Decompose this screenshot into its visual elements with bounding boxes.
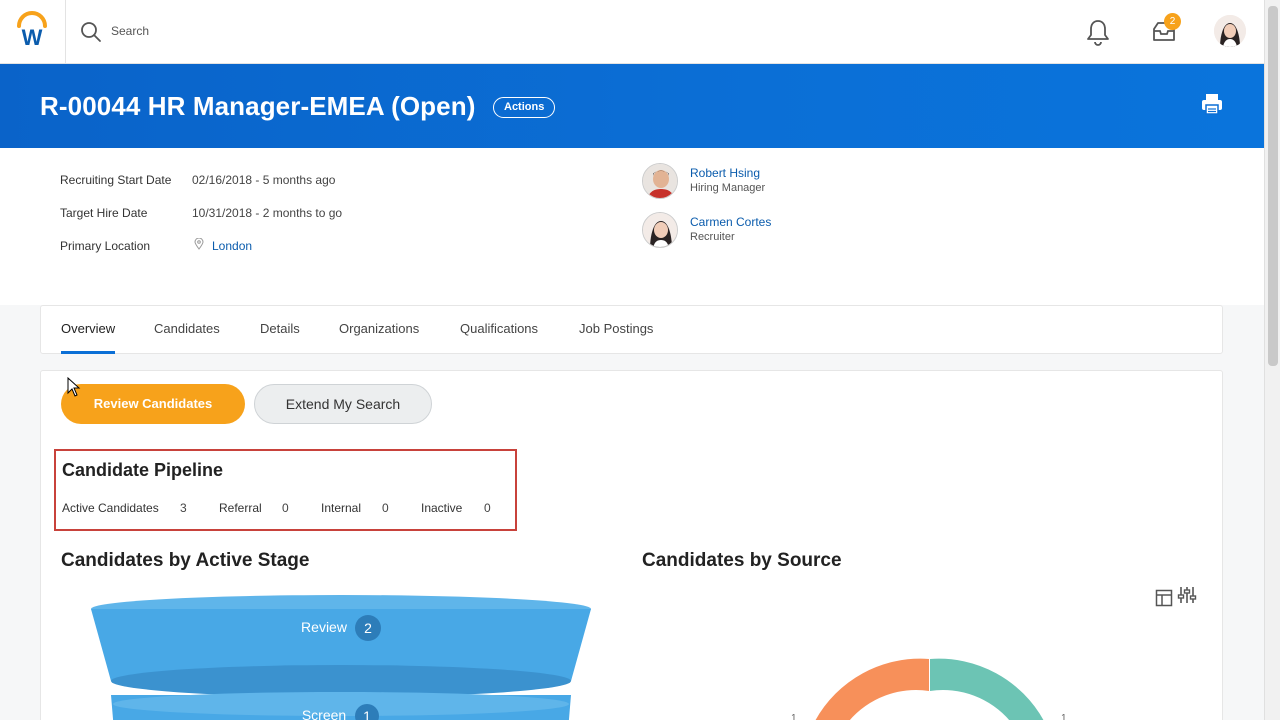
inactive-label: Inactive: [421, 501, 463, 515]
active-candidates-count[interactable]: 3: [180, 501, 187, 515]
chart-settings-icon[interactable]: [1177, 585, 1197, 605]
funnel-stage-review-label: Review: [301, 619, 348, 635]
source-title: Candidates by Source: [642, 550, 842, 571]
svg-text:W: W: [22, 25, 43, 50]
recruiter-name[interactable]: Carmen Cortes: [690, 215, 771, 229]
tab-details[interactable]: Details: [260, 321, 300, 336]
inbox-button[interactable]: 2: [1151, 13, 1181, 46]
referral-label: Referral: [219, 501, 262, 515]
primary-location-link[interactable]: London: [212, 239, 252, 253]
start-date-label: Recruiting Start Date: [60, 173, 172, 187]
inactive-count: 0: [484, 501, 491, 515]
donut-label-right: 1: [1061, 713, 1067, 720]
notifications-button[interactable]: [1085, 18, 1113, 46]
source-donut-chart: 1 1: [791, 658, 1067, 720]
active-candidates-label: Active Candidates: [62, 501, 159, 515]
internal-count: 0: [382, 501, 389, 515]
hiring-manager-avatar[interactable]: [642, 163, 678, 199]
overview-card: Review Candidates Extend My Search Candi…: [40, 370, 1223, 720]
donut-segment-teal[interactable]: [930, 658, 1044, 720]
location-pin-icon: [194, 238, 204, 250]
table-view-icon[interactable]: [1155, 589, 1173, 607]
referral-count: 0: [282, 501, 289, 515]
funnel-stage-screen-label: Screen: [302, 707, 346, 720]
candidate-pipeline-title: Candidate Pipeline: [62, 460, 224, 480]
primary-location-label: Primary Location: [60, 239, 151, 253]
hiring-manager-name[interactable]: Robert Hsing: [690, 166, 760, 180]
top-bar: W Search 2: [0, 0, 1264, 64]
tab-candidates[interactable]: Candidates: [154, 321, 220, 336]
inbox-count-badge: 2: [1164, 13, 1181, 30]
requisition-info: Recruiting Start Date 02/16/2018 - 5 mon…: [0, 148, 1264, 305]
stage-funnel: Review 2 Screen 1: [91, 595, 591, 720]
tab-overview[interactable]: Overview: [61, 321, 115, 336]
user-avatar[interactable]: [1214, 15, 1246, 47]
actions-button[interactable]: Actions: [493, 97, 556, 118]
scrollbar-thumb[interactable]: [1268, 6, 1278, 366]
tab-job-postings[interactable]: Job Postings: [579, 321, 653, 336]
print-button[interactable]: [1200, 92, 1224, 116]
active-tab-indicator: [61, 351, 115, 354]
recruiter: Carmen Cortes Recruiter: [642, 212, 942, 252]
donut-label-left: 1: [791, 713, 797, 720]
funnel-stage-review-count: 2: [364, 620, 372, 636]
search-icon: [81, 22, 101, 42]
search-box[interactable]: Search: [80, 20, 380, 44]
mouse-cursor-icon: [67, 377, 81, 397]
review-candidates-button[interactable]: Review Candidates: [61, 384, 245, 424]
active-stage-title: Candidates by Active Stage: [61, 550, 310, 571]
bell-icon: [1087, 20, 1109, 46]
chart-tools: [1155, 585, 1201, 607]
printer-icon: [1202, 94, 1222, 115]
internal-label: Internal: [321, 501, 362, 515]
candidate-pipeline: Candidate Pipeline Active Candidates 3 R…: [54, 449, 517, 531]
hiring-manager-role: Hiring Manager: [690, 182, 766, 194]
tab-bar: Overview Candidates Details Organization…: [40, 305, 1223, 354]
extend-my-search-button[interactable]: Extend My Search: [254, 384, 432, 424]
tab-qualifications[interactable]: Qualifications: [460, 321, 538, 336]
target-hire-date-value: 10/31/2018 - 2 months to go: [192, 206, 343, 220]
page-header: R-00044 HR Manager-EMEA (Open) Actions: [0, 64, 1264, 148]
funnel-stage-screen[interactable]: Screen 1: [302, 704, 379, 720]
recruiter-avatar[interactable]: [642, 212, 678, 248]
donut-segment-orange[interactable]: [815, 658, 929, 720]
tab-organizations[interactable]: Organizations: [339, 321, 419, 336]
start-date-value: 02/16/2018 - 5 months ago: [192, 173, 336, 187]
hiring-manager: Robert Hsing Hiring Manager: [642, 163, 942, 203]
recruiter-role: Recruiter: [690, 231, 735, 243]
workday-logo[interactable]: W: [0, 0, 66, 64]
target-hire-date-label: Target Hire Date: [60, 206, 148, 220]
page-title: R-00044 HR Manager-EMEA (Open): [40, 91, 476, 121]
search-placeholder: Search: [111, 24, 150, 38]
page-scrollbar[interactable]: [1264, 0, 1280, 720]
funnel-stage-screen-count: 1: [363, 708, 371, 720]
